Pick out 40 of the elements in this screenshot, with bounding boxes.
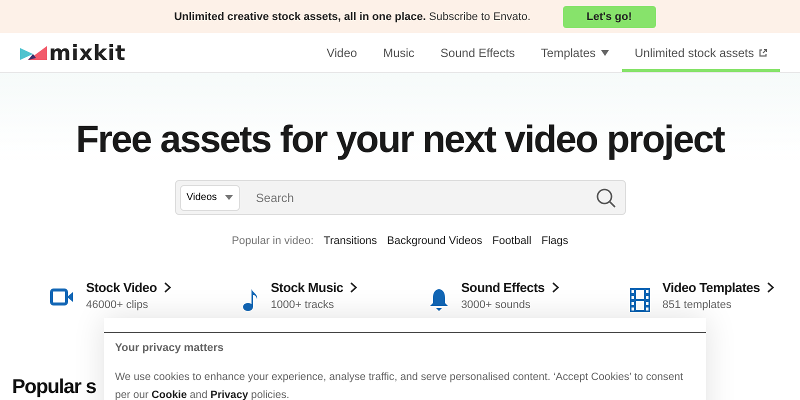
search-icon[interactable] xyxy=(596,188,616,208)
external-link-icon xyxy=(759,48,767,56)
search-field[interactable]: Videos Search xyxy=(174,180,626,215)
dialog-title: Your privacy matters xyxy=(115,342,225,354)
category-link[interactable]: Stock Music xyxy=(270,280,358,295)
promo-text: Unlimited creative stock assets, all in one place. Subscribe to Envato. xyxy=(174,10,531,22)
nav-link[interactable]: Video xyxy=(314,33,370,72)
chevron-right-icon xyxy=(552,282,559,293)
section-heading: Popular s xyxy=(12,375,96,400)
chevron-right-icon xyxy=(766,282,774,293)
music-note-icon xyxy=(242,288,259,312)
popular-link[interactable]: Transitions xyxy=(324,235,378,247)
lets-go-button[interactable]: Let's go! xyxy=(562,6,656,28)
logo-icon xyxy=(20,46,47,60)
caret-icon xyxy=(600,50,609,56)
video-camera-icon xyxy=(50,288,74,306)
popular-link[interactable]: Football xyxy=(492,235,532,247)
popular-link[interactable]: Background Videos xyxy=(387,235,482,247)
popular-link[interactable]: Flags xyxy=(541,235,568,247)
nav-link[interactable]: Sound Effects xyxy=(427,33,528,72)
film-strip-icon xyxy=(630,288,650,312)
logo-text[interactable]: mixkit xyxy=(49,40,126,64)
nav-link[interactable]: Music xyxy=(370,33,428,72)
cookie-text: We use cookies to enhance your experience, analyse traffic, and serve personalised content. ‘Accept Cookies’ to consent per our Cookie and Privacy policies. xyxy=(115,370,684,400)
caret-icon xyxy=(224,195,233,200)
category-count: 3000+ sounds xyxy=(461,299,532,311)
chevron-right-icon xyxy=(164,282,171,293)
nav-link[interactable]: Templates xyxy=(528,33,622,72)
category-link[interactable]: Sound Effects xyxy=(461,280,559,295)
category-count: 1000+ tracks xyxy=(270,299,335,311)
category-link[interactable]: Stock Video xyxy=(86,280,171,295)
popular-label: Popular in video: xyxy=(232,235,314,247)
category-dropdown[interactable]: Videos xyxy=(180,184,240,210)
nav-link[interactable]: Unlimited stock assets xyxy=(622,33,780,72)
bell-icon xyxy=(429,288,450,312)
category-count: 46000+ clips xyxy=(86,299,150,311)
chevron-right-icon xyxy=(350,282,358,293)
hero-title: Free assets for your next video project xyxy=(76,118,724,163)
category-link[interactable]: Video Templates xyxy=(662,280,774,295)
category-count: 851 templates xyxy=(662,299,732,311)
